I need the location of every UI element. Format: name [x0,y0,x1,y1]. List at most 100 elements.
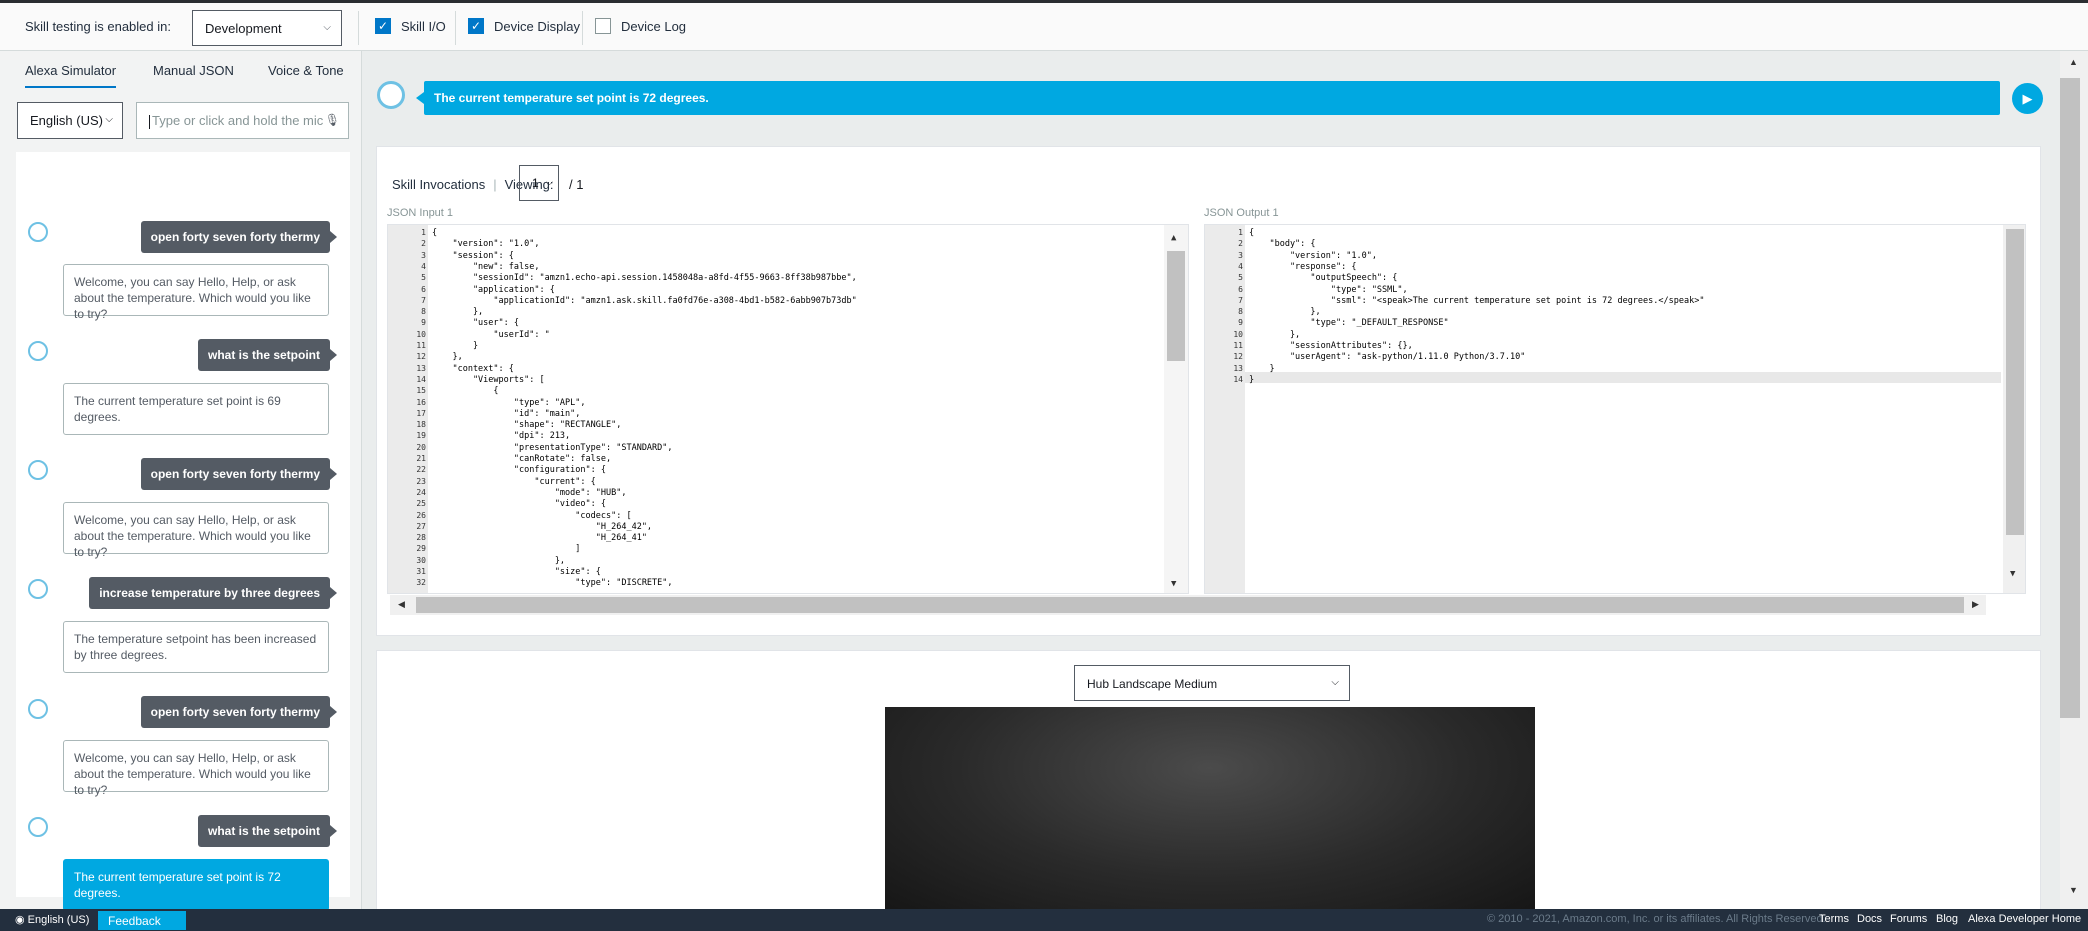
line-number: 31 [416,567,426,576]
line-number-gutter: 1 2 3 4 5 6 7 8 9 10 11 12 13 14 15 16 17 18 19 20 21 22 23 24 2… [388,225,428,593]
line-number: 17 [416,408,426,418]
line-number-gutter: 1 2 3 4 5 6 7 8 9 10 11 12 13 14 [1205,225,1245,593]
alexa-response: Welcome, you can say Hello, Help, or ask… [63,502,329,559]
code-line: "new": false, [432,261,540,272]
code-line: "type": "APL", [432,397,586,408]
code-line: ] [432,544,581,555]
line-number: 16 [416,397,426,407]
device-log-checkbox[interactable]: Device Log [595,18,686,34]
device-display-checkbox[interactable]: ✓ Device Display [468,18,580,34]
line-number: 7 [421,295,426,305]
scroll-thumb[interactable] [2006,229,2024,535]
language-select[interactable]: English (US) ⌵ [17,102,123,139]
viewport-value: Hub Landscape Medium [1087,677,1218,691]
code-line: "type": "SSML", [1249,284,1408,295]
input-vertical-scrollbar[interactable]: ▲ ▼ [1164,225,1188,593]
line-number: 32 [416,578,426,588]
scroll-up-icon[interactable]: ▲ [2069,57,2078,67]
user-utterance: open forty seven forty thermy [140,221,338,253]
alexa-speech-banner: The current temperature set point is 72 … [416,81,2000,115]
scroll-down-icon[interactable]: ▼ [1171,579,1176,589]
footer-language[interactable]: ◉ English (US) [15,913,89,926]
page-scroll-thumb[interactable] [2060,78,2080,718]
line-number: 7 [1238,295,1243,305]
line-number: 11 [1233,341,1243,350]
skill-io-area: The current temperature set point is 72 … [363,51,2053,911]
code-line: "shape": "RECTANGLE", [432,420,622,431]
footer-link-forums[interactable]: Forums [1890,913,1927,925]
alexa-response: The temperature setpoint has been increa… [63,621,329,673]
code-line: } [1249,363,1275,374]
scroll-thumb[interactable] [1167,251,1185,361]
microphone-icon[interactable]: 🎙 [325,113,340,127]
checkmark-icon: ✓ [468,18,484,34]
code-line: }, [432,555,566,566]
code-line: "dpi": 213, [432,431,571,442]
invocation-select[interactable]: 1 ⌵ [519,165,559,201]
footer-link-docs[interactable]: Docs [1857,913,1882,925]
line-number: 11 [416,341,426,350]
divider [455,11,456,45]
output-vertical-scrollbar[interactable]: ▲ ▼ [2003,225,2025,593]
feedback-button[interactable]: Feedback ✕ [98,911,186,931]
tab-alexa-simulator[interactable]: Alexa Simulator [25,63,117,88]
utterance-input[interactable]: Type or click and hold the mic 🎙 [136,102,349,139]
tab-manual-json[interactable]: Manual JSON [153,63,234,78]
line-number: 6 [421,284,426,294]
line-number: 21 [416,454,426,463]
user-utterance: what is the setpoint [197,339,338,371]
line-number: 1 [421,228,426,237]
alexa-response: The current temperature set point is 69 … [63,383,329,435]
alexa-ring-icon [28,817,48,837]
footer-link-terms[interactable]: Terms [1819,913,1849,925]
line-number: 14 [1233,374,1243,384]
code-line: } [432,341,479,351]
json-input-editor[interactable]: 1 2 3 4 5 6 7 8 9 10 11 12 13 14 15 16 17 18 19 20 21 22 23 24 2… [387,224,1189,594]
play-icon[interactable]: ▶ [2012,83,2043,114]
line-number: 24 [416,487,426,497]
code-line: "sessionAttributes": {}, [1249,341,1413,351]
user-utterance: open forty seven forty thermy [140,696,338,728]
code-line: "size": { [432,567,601,577]
simulator-panel: Alexa Simulator Manual JSON Voice & Tone… [0,51,362,911]
invocation-current: 1 [532,176,539,190]
viewport-select[interactable]: Hub Landscape Medium ⌵ [1074,665,1350,701]
line-number: 12 [1233,352,1243,362]
scroll-right-icon[interactable]: ▶ [1972,599,1979,610]
code-line: "configuration": { [432,465,606,476]
top-toolbar: Skill testing is enabled in: Development… [0,0,2088,51]
alexa-ring-icon [28,699,48,719]
environment-select[interactable]: Development ⌵ [192,10,342,46]
testing-enabled-label: Skill testing is enabled in: [25,19,171,34]
code-line: "canRotate": false, [432,454,612,464]
scroll-thumb[interactable] [416,597,1964,613]
tab-voice-tone[interactable]: Voice & Tone [268,63,344,78]
code-line: "applicationId": "amzn1.ask.skill.fa0fd7… [432,295,857,306]
code-line: { [432,228,438,238]
line-number: 28 [416,533,426,543]
alexa-ring-icon [377,81,405,109]
feedback-label: Feedback [108,914,161,928]
footer-link-alexa-developer-home[interactable]: Alexa Developer Home [1968,913,2081,925]
skill-io-checkbox[interactable]: ✓ Skill I/O [375,18,446,34]
code-line: }, [1249,329,1301,340]
line-number: 13 [416,363,426,373]
scroll-up-icon[interactable]: ▲ [1171,233,1176,243]
line-number: 1 [1238,228,1243,237]
code-line: "user": { [432,318,519,329]
horizontal-scrollbar[interactable]: ◀ ▶ [390,595,1986,615]
scroll-left-icon[interactable]: ◀ [398,599,405,610]
scroll-down-icon[interactable]: ▼ [2010,569,2015,579]
user-utterance: what is the setpoint [197,815,338,847]
text-caret [149,114,150,129]
json-input-label: JSON Input 1 [387,207,454,219]
line-number: 9 [421,318,426,328]
code-line: "codecs": [ [432,510,632,521]
scroll-down-icon[interactable]: ▼ [2069,885,2078,895]
footer-link-blog[interactable]: Blog [1936,913,1958,925]
code-line: "H_264_42", [432,521,653,532]
json-output-editor[interactable]: 1 2 3 4 5 6 7 8 9 10 11 12 13 14 { "body": { "version… [1204,224,2026,594]
alexa-ring-icon [28,460,48,480]
divider: | [493,177,497,192]
line-number: 8 [421,307,426,317]
